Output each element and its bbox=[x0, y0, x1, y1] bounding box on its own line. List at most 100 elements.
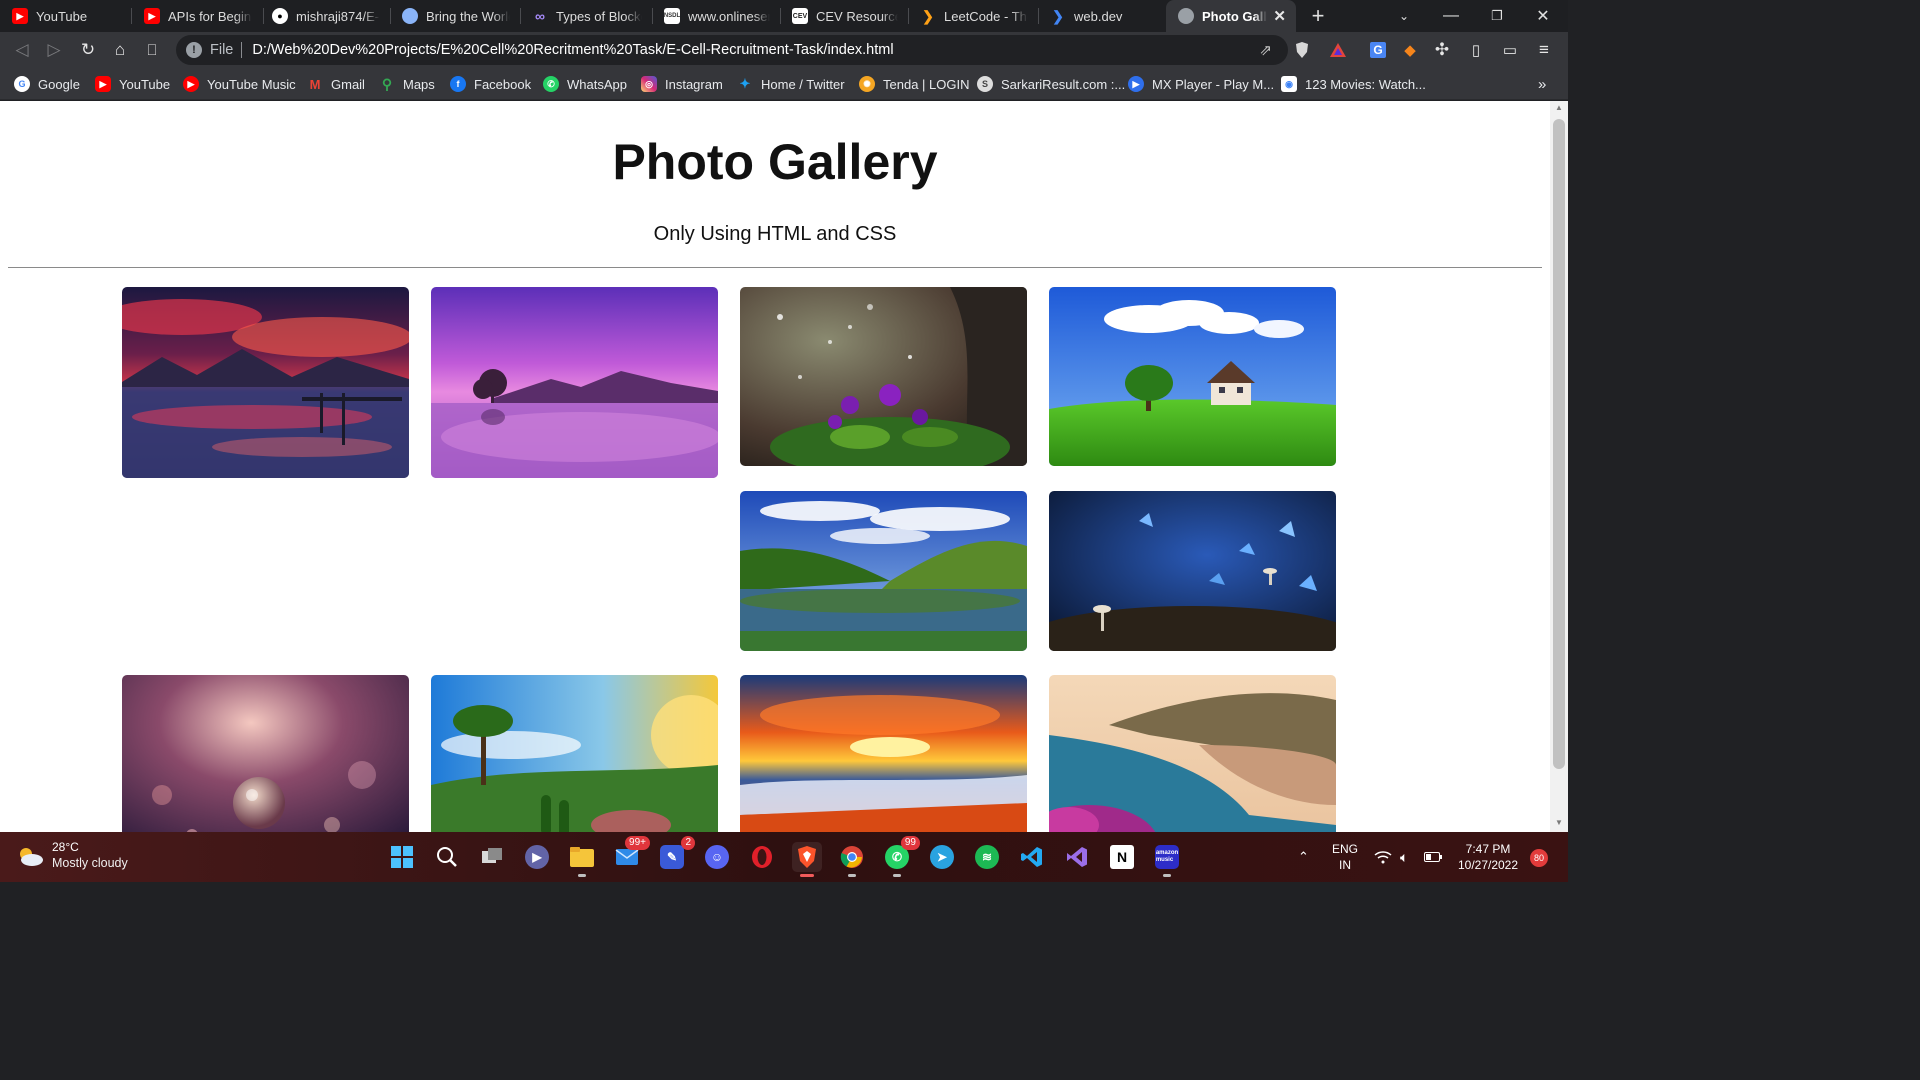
tab-photo-gallery-active[interactable]: Photo Galler ✕ bbox=[1166, 0, 1296, 32]
weather-widget[interactable]: 28°C Mostly cloudy bbox=[16, 840, 128, 871]
spotify-icon[interactable]: ≋ bbox=[972, 842, 1002, 872]
bookmark-label: Instagram bbox=[665, 76, 723, 92]
brave-rewards-icon[interactable] bbox=[1324, 36, 1352, 64]
tab-web-dev[interactable]: ❯ web.dev bbox=[1038, 0, 1166, 32]
discord-icon[interactable]: ☺ bbox=[702, 842, 732, 872]
bookmark-youtube[interactable]: ▶ YouTube bbox=[95, 73, 170, 95]
more-bookmarks-chevron-icon[interactable]: » bbox=[1538, 73, 1546, 95]
tab-search-chevron-down-icon[interactable]: ⌄ bbox=[1390, 0, 1418, 32]
bookmark-label: YouTube bbox=[119, 76, 171, 92]
scrollbar-thumb[interactable] bbox=[1553, 119, 1565, 769]
scroll-down-arrow-icon[interactable]: ▼ bbox=[1550, 818, 1568, 830]
sidebar-icon[interactable]: ▯ bbox=[1462, 36, 1490, 64]
notification-count-badge[interactable]: 80 bbox=[1530, 849, 1548, 867]
github-icon: ● bbox=[272, 8, 288, 24]
tab-cev-resources[interactable]: CEV CEV Resources bbox=[780, 0, 908, 32]
photo-fiery-beach-sunset[interactable] bbox=[740, 675, 1027, 832]
tab-leetcode[interactable]: ❯ LeetCode - The V bbox=[908, 0, 1038, 32]
photo-coastal-town[interactable] bbox=[1049, 675, 1336, 832]
bookmark-mx-player[interactable]: ▶ MX Player - Play M... bbox=[1128, 73, 1274, 95]
tab-title: CEV Resources bbox=[816, 8, 898, 24]
bookmark-sarkariresult[interactable]: S SarkariResult.com :... bbox=[977, 73, 1125, 95]
tab-github[interactable]: ● mishraji874/E-Ce bbox=[260, 0, 390, 32]
photo-house-green-field[interactable] bbox=[1049, 287, 1336, 466]
brave-shield-icon[interactable] bbox=[1288, 36, 1316, 64]
teams-chat-icon[interactable]: ▶ bbox=[522, 842, 552, 872]
close-tab-icon[interactable]: ✕ bbox=[1273, 7, 1286, 25]
restore-button[interactable]: ❐ bbox=[1482, 0, 1512, 32]
photo-blue-butterflies[interactable] bbox=[1049, 491, 1336, 651]
tab-onlineservices[interactable]: NSDL www.onlineservic bbox=[652, 0, 780, 32]
wifi-icon[interactable] bbox=[1374, 832, 1392, 882]
scroll-up-arrow-icon[interactable]: ▲ bbox=[1550, 103, 1568, 115]
info-icon[interactable]: ! bbox=[186, 42, 202, 58]
brave-browser-icon[interactable] bbox=[792, 842, 822, 877]
whatsapp-desktop-icon[interactable]: ✆ 99 bbox=[882, 836, 920, 877]
youtube-music-icon: ▶ bbox=[183, 76, 199, 92]
opera-icon[interactable] bbox=[747, 842, 777, 872]
bookmarks-bar: G Google ▶ YouTube ▶ YouTube Music M Gmail ⚲… bbox=[0, 68, 1568, 100]
task-view-icon[interactable] bbox=[477, 842, 507, 872]
metamask-fox-icon[interactable]: ◆ bbox=[1396, 36, 1424, 64]
search-icon[interactable] bbox=[432, 842, 462, 872]
bookmark-whatsapp[interactable]: ✆ WhatsApp bbox=[543, 73, 627, 95]
bookmark-twitter[interactable]: ✦ Home / Twitter bbox=[737, 73, 845, 95]
telegram-icon[interactable]: ➤ bbox=[927, 842, 957, 872]
bookmark-maps[interactable]: ⚲ Maps bbox=[379, 73, 435, 95]
whiteboard-app-icon[interactable]: ✎ 2 bbox=[657, 836, 695, 872]
bookmark-youtube-music[interactable]: ▶ YouTube Music bbox=[183, 73, 296, 95]
bookmark-tenda[interactable]: ✺ Tenda | LOGIN bbox=[859, 73, 969, 95]
photo-valley-lake-reflection[interactable] bbox=[740, 491, 1027, 651]
volume-icon[interactable]: 🔈︎ bbox=[1400, 832, 1408, 882]
notion-icon[interactable]: N bbox=[1107, 842, 1137, 872]
visual-studio-icon[interactable] bbox=[1062, 842, 1092, 872]
photo-garden-sunrise[interactable] bbox=[431, 675, 718, 832]
mail-icon[interactable]: 99+ bbox=[612, 836, 650, 872]
address-bar[interactable]: ! File D:/Web%20Dev%20Projects/E%20Cell%… bbox=[176, 35, 1288, 65]
tab-types-of-blockchain[interactable]: ∞ Types of Blockch bbox=[520, 0, 652, 32]
tab-youtube[interactable]: ▶ YouTube bbox=[0, 0, 130, 32]
wallet-icon[interactable]: ▭ bbox=[1496, 36, 1524, 64]
language-indicator[interactable]: ENG IN bbox=[1332, 832, 1358, 882]
home-icon[interactable]: ⌂ bbox=[106, 36, 134, 64]
photo-sunset-lake-pier[interactable] bbox=[122, 287, 409, 478]
show-hidden-icons-chevron-up-icon[interactable]: ⌃ bbox=[1298, 832, 1309, 882]
close-window-button[interactable]: ✕ bbox=[1528, 0, 1558, 32]
battery-icon[interactable] bbox=[1424, 832, 1442, 882]
share-icon[interactable]: ⇗ bbox=[1259, 41, 1272, 59]
extensions-puzzle-icon[interactable]: ✣ bbox=[1428, 36, 1456, 64]
system-clock[interactable]: 7:47 PM 10/27/2022 bbox=[1456, 832, 1520, 882]
tab-bring-the-world[interactable]: Bring the World bbox=[390, 0, 520, 32]
new-tab-button[interactable]: + bbox=[1304, 0, 1332, 32]
bookmark-instagram[interactable]: ◎ Instagram bbox=[641, 73, 723, 95]
photo-violet-flowers-rain[interactable] bbox=[740, 287, 1027, 466]
horizontal-divider bbox=[8, 267, 1542, 268]
page-scrollbar[interactable]: ▲ ▼ bbox=[1550, 101, 1568, 832]
back-arrow-icon[interactable]: ◁ bbox=[8, 36, 36, 64]
weather-temperature: 28°C bbox=[52, 840, 79, 854]
bookmark-icon[interactable]: ⎕ bbox=[138, 36, 166, 64]
tab-title: Photo Galler bbox=[1202, 8, 1267, 24]
bookmark-label: Home / Twitter bbox=[761, 76, 845, 92]
bookmark-google[interactable]: G Google bbox=[14, 73, 80, 95]
translate-icon[interactable]: G bbox=[1364, 36, 1392, 64]
amazon-music-icon[interactable]: amazon music bbox=[1152, 842, 1182, 877]
page-viewport: Photo Gallery Only Using HTML and CSS bbox=[0, 101, 1550, 832]
file-explorer-icon[interactable] bbox=[567, 842, 597, 877]
bookmark-123-movies[interactable]: ◉ 123 Movies: Watch... bbox=[1281, 73, 1426, 95]
url-text[interactable]: D:/Web%20Dev%20Projects/E%20Cell%20Recri… bbox=[252, 42, 893, 58]
tab-apis-for-beginners[interactable]: ▶ APIs for Beginners bbox=[132, 0, 262, 32]
chrome-icon[interactable] bbox=[837, 842, 867, 877]
photo-purple-lake-tree[interactable] bbox=[431, 287, 718, 478]
bookmark-facebook[interactable]: f Facebook bbox=[450, 73, 531, 95]
start-button[interactable] bbox=[387, 842, 417, 872]
webdev-icon: ❯ bbox=[1052, 7, 1064, 24]
forward-arrow-icon[interactable]: ▷ bbox=[40, 36, 68, 64]
reload-icon[interactable]: ↻ bbox=[74, 36, 102, 64]
bookmark-label: WhatsApp bbox=[567, 76, 627, 92]
bookmark-gmail[interactable]: M Gmail bbox=[307, 73, 365, 95]
menu-icon[interactable]: ≡ bbox=[1530, 36, 1558, 64]
minimize-button[interactable]: — bbox=[1436, 0, 1466, 32]
photo-bokeh-glass-sphere[interactable] bbox=[122, 675, 409, 832]
vscode-icon[interactable] bbox=[1017, 842, 1047, 872]
